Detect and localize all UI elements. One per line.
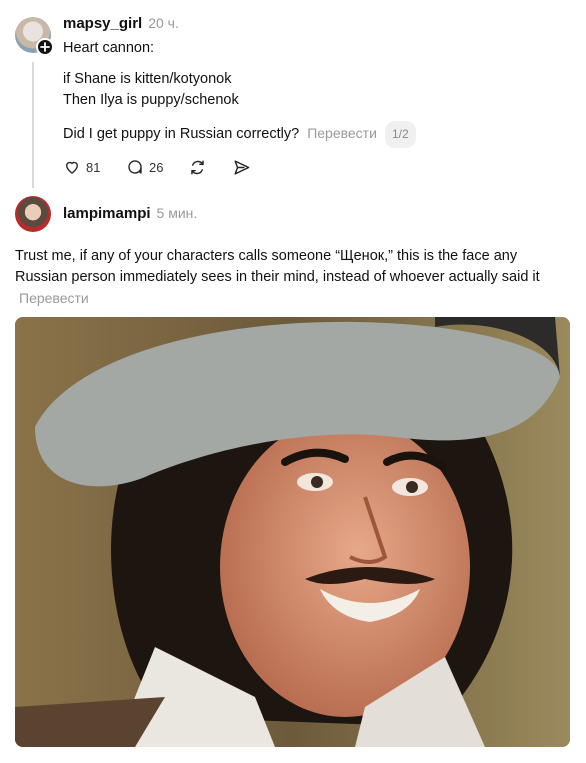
- portrait-image: [15, 317, 570, 747]
- avatar[interactable]: [15, 196, 51, 232]
- plus-icon: [40, 42, 50, 52]
- heart-icon: [66, 161, 78, 174]
- post-header: mapsy_girl 20 ч.: [63, 15, 179, 33]
- post-text-line: Did I get puppy in Russian correctly? Пе…: [63, 121, 416, 148]
- post-text: Trust me, if any of your characters call…: [15, 248, 540, 285]
- repost-icon: [191, 160, 204, 175]
- comment-icon: [128, 160, 142, 174]
- post-text-line: Then Ilya is puppy/schenok: [63, 92, 239, 108]
- follow-plus-icon[interactable]: [36, 38, 54, 56]
- username[interactable]: lampimampi: [63, 205, 151, 222]
- timestamp: 20 ч.: [148, 15, 179, 31]
- comment-count: 26: [149, 159, 164, 175]
- post-text-line: Heart cannon:: [63, 40, 155, 56]
- share-icon: [234, 160, 250, 175]
- share-button[interactable]: [232, 158, 251, 182]
- like-count: 81: [86, 159, 101, 175]
- page-badge[interactable]: 1/2: [384, 121, 416, 148]
- post-text-line: if Shane is kitten/kotyonok: [63, 71, 232, 87]
- repost-button[interactable]: [188, 158, 207, 182]
- translate-link[interactable]: Перевести: [19, 290, 89, 306]
- comment-button[interactable]: 26: [126, 158, 163, 176]
- thread-line: [32, 62, 34, 188]
- username[interactable]: mapsy_girl: [63, 15, 142, 32]
- post-body: Trust me, if any of your characters call…: [15, 246, 570, 310]
- like-button[interactable]: 81: [63, 158, 100, 176]
- translate-link[interactable]: Перевести: [307, 125, 377, 141]
- post-image[interactable]: [15, 317, 570, 747]
- post-question: Did I get puppy in Russian correctly?: [63, 126, 300, 142]
- post-header: lampimampi 5 мин.: [63, 205, 197, 223]
- timestamp: 5 мин.: [156, 205, 198, 221]
